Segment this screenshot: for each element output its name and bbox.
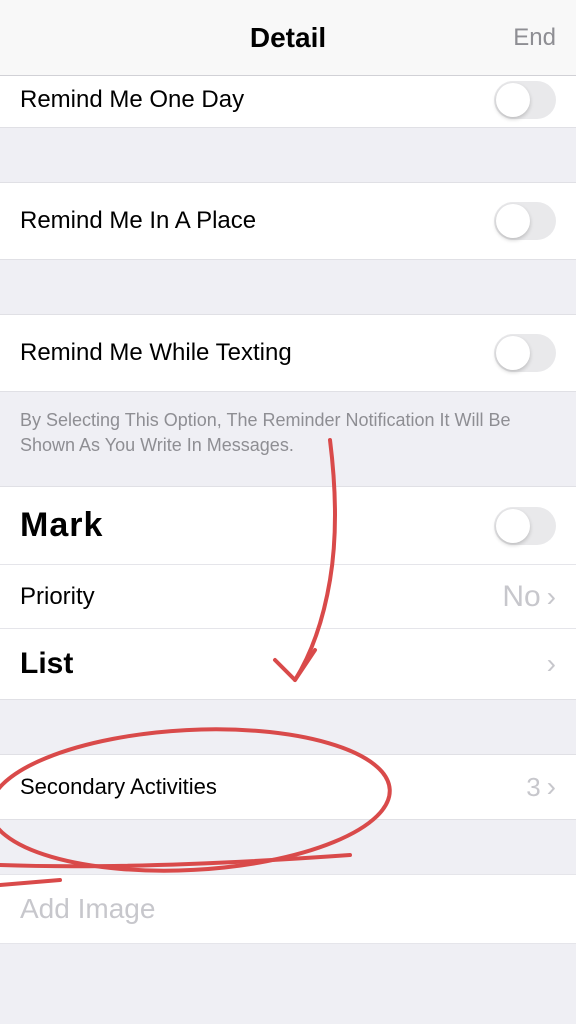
remind-one-day-row: Remind Me One Day bbox=[0, 72, 576, 128]
remind-one-day-label: Remind Me One Day bbox=[20, 86, 494, 114]
remind-while-texting-label: Remind Me While Texting bbox=[20, 339, 494, 367]
toggle-knob bbox=[496, 336, 530, 370]
chevron-right-icon: › bbox=[547, 771, 556, 803]
remind-in-place-row: Remind Me In A Place bbox=[0, 182, 576, 260]
add-image-row[interactable]: Add Image bbox=[0, 874, 576, 944]
remind-in-place-toggle[interactable] bbox=[494, 202, 556, 240]
priority-value: No bbox=[502, 580, 540, 614]
list-row[interactable]: List › bbox=[0, 629, 576, 699]
header-bar: Detail End bbox=[0, 0, 576, 76]
settings-group: Mark Priority No › List › bbox=[0, 486, 576, 700]
chevron-right-icon: › bbox=[547, 581, 556, 613]
remind-in-place-label: Remind Me In A Place bbox=[20, 207, 494, 235]
page-title: Detail bbox=[250, 22, 326, 54]
mark-row: Mark bbox=[0, 487, 576, 565]
secondary-activities-label: Secondary Activities bbox=[20, 774, 526, 800]
add-image-label: Add Image bbox=[20, 893, 155, 925]
mark-label: Mark bbox=[20, 506, 494, 545]
texting-helper-text: By Selecting This Option, The Reminder N… bbox=[0, 392, 576, 486]
secondary-activities-value: 3 bbox=[526, 772, 540, 803]
list-label: List bbox=[20, 647, 547, 681]
remind-one-day-toggle[interactable] bbox=[494, 81, 556, 119]
priority-row[interactable]: Priority No › bbox=[0, 565, 576, 629]
remind-while-texting-row: Remind Me While Texting bbox=[0, 314, 576, 392]
mark-toggle[interactable] bbox=[494, 507, 556, 545]
toggle-knob bbox=[496, 204, 530, 238]
remind-while-texting-toggle[interactable] bbox=[494, 334, 556, 372]
secondary-activities-row[interactable]: Secondary Activities 3 › bbox=[0, 754, 576, 820]
toggle-knob bbox=[496, 509, 530, 543]
chevron-right-icon: › bbox=[547, 648, 556, 680]
end-button[interactable]: End bbox=[513, 24, 556, 52]
priority-label: Priority bbox=[20, 583, 502, 611]
toggle-knob bbox=[496, 83, 530, 117]
